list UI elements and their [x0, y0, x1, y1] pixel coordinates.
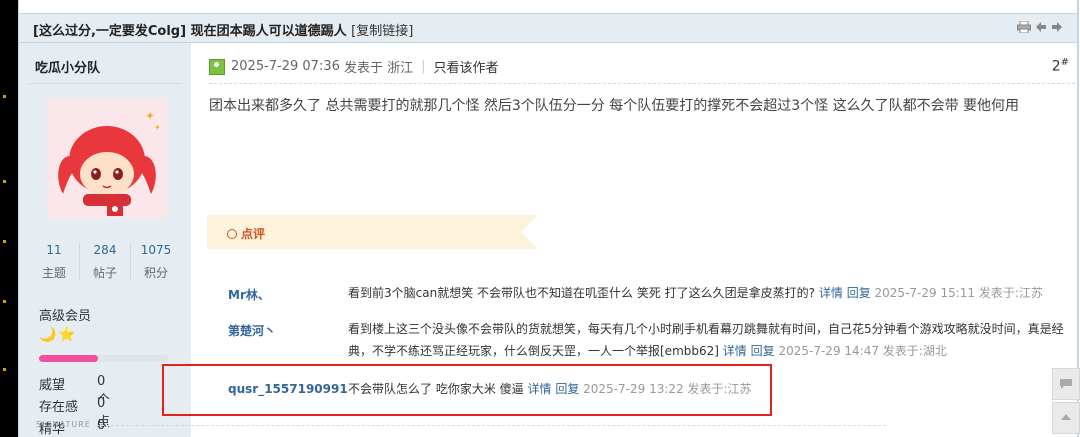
signature-divider	[96, 425, 886, 426]
back-to-top-icon[interactable]	[1052, 402, 1080, 434]
stat-label: 帖子	[92, 266, 117, 280]
comment-detail-link[interactable]: 详情	[723, 344, 747, 358]
next-arrow-icon[interactable]	[1051, 21, 1063, 36]
avatar[interactable]: ✦ ✦	[47, 98, 167, 218]
stat-credits[interactable]: 1075 积分	[131, 243, 181, 281]
stat-value: 11	[46, 243, 62, 257]
floor-number[interactable]: 2#	[1052, 57, 1069, 75]
post-location: 发表于 浙江	[344, 61, 414, 76]
comment-user[interactable]: Mr林、	[228, 286, 270, 303]
comment-reply-link[interactable]: 回复	[847, 286, 871, 300]
post-date: 2025-7-29 07:36	[231, 59, 340, 74]
comment-time: 2025-7-29 14:47 发表于:湖北	[778, 344, 947, 358]
profile-label: 威望	[39, 378, 66, 393]
stat-value: 1075	[140, 243, 172, 257]
left-edge-strip	[0, 0, 18, 437]
copy-link-button[interactable]: [复制链接]	[351, 24, 413, 39]
comment-section-tab: 点评	[207, 215, 538, 249]
print-icon[interactable]	[1017, 20, 1031, 36]
post-body: 团本出来都多久了 总共需要打的就那几个怪 然后3个队伍分一分 每个队伍要打的撑死…	[209, 98, 1020, 114]
thread-title: [这么过分,一定要发Colg] 现在团本踢人可以道德踢人 [复制链接]	[33, 20, 413, 39]
stat-posts[interactable]: 284 帖子	[80, 243, 131, 281]
thread-header: [这么过分,一定要发Colg] 现在团本踢人可以道德踢人 [复制链接]	[19, 13, 1079, 43]
only-author-link[interactable]: 只看该作者	[434, 57, 499, 76]
profile-label: 存在感	[39, 400, 79, 415]
stat-label: 积分	[143, 266, 168, 280]
author-name[interactable]: 吃瓜小分队	[35, 57, 100, 76]
floor-value: 2	[1051, 58, 1061, 75]
svg-text:✦: ✦	[145, 109, 155, 123]
divider	[29, 83, 181, 84]
thread-tools	[1017, 20, 1063, 36]
comment-user[interactable]: 第楚河丶	[228, 322, 276, 339]
comment-text: 看到楼上这三个没头像不会带队的货就想笑，每天有几个小时刷手机看幕刃跳舞就有时间，…	[348, 318, 1078, 362]
credit-progress-fill	[39, 355, 98, 362]
rank-stars-icon: 🌙⭐	[39, 327, 78, 343]
prev-arrow-icon[interactable]	[1035, 21, 1047, 36]
profile-presence: 存在感 0 点	[39, 396, 110, 430]
user-group[interactable]: 高级会员	[39, 305, 91, 324]
meta-divider: |	[421, 59, 426, 74]
floor-mark: #	[1060, 57, 1069, 68]
online-status-icon	[209, 58, 225, 75]
thread-title-text: [这么过分,一定要发Colg] 现在团本踢人可以道德踢人	[33, 24, 347, 39]
svg-text:✦: ✦	[154, 123, 161, 132]
profile-reputation: 威望 0 个	[39, 374, 110, 408]
highlight-box	[162, 364, 772, 416]
stat-value: 284	[93, 243, 117, 257]
comment-time: 2025-7-29 15:11 发表于:江苏	[874, 286, 1043, 300]
comment-detail-link[interactable]: 详情	[819, 286, 843, 300]
comment-label-text: 点评	[241, 227, 266, 241]
stat-label: 主题	[41, 266, 66, 280]
credit-progress-bar	[39, 355, 169, 362]
comment-label: 点评	[227, 225, 265, 242]
post-meta: 2025-7-29 07:36 发表于 浙江 | 只看该作者	[209, 57, 499, 76]
comment-content: 看到前3个脑can就想笑 不会带队也不知道在叽歪什么 笑死 打了这么久团是拿皮蒸…	[348, 286, 816, 300]
divider	[209, 83, 1075, 84]
author-stats: 11 主题 284 帖子 1075 积分	[29, 243, 181, 281]
comment-ring-icon	[227, 229, 237, 239]
comment-float-icon[interactable]	[1052, 368, 1080, 400]
signature-label: SIGNATURE	[36, 420, 91, 429]
stat-threads[interactable]: 11 主题	[29, 243, 80, 281]
comment-text: 看到前3个脑can就想笑 不会带队也不知道在叽歪什么 笑死 打了这么久团是拿皮蒸…	[348, 282, 1078, 304]
comment-content: 看到楼上这三个没头像不会带队的货就想笑，每天有几个小时刷手机看幕刃跳舞就有时间，…	[348, 322, 1064, 358]
comment-reply-link[interactable]: 回复	[751, 344, 775, 358]
